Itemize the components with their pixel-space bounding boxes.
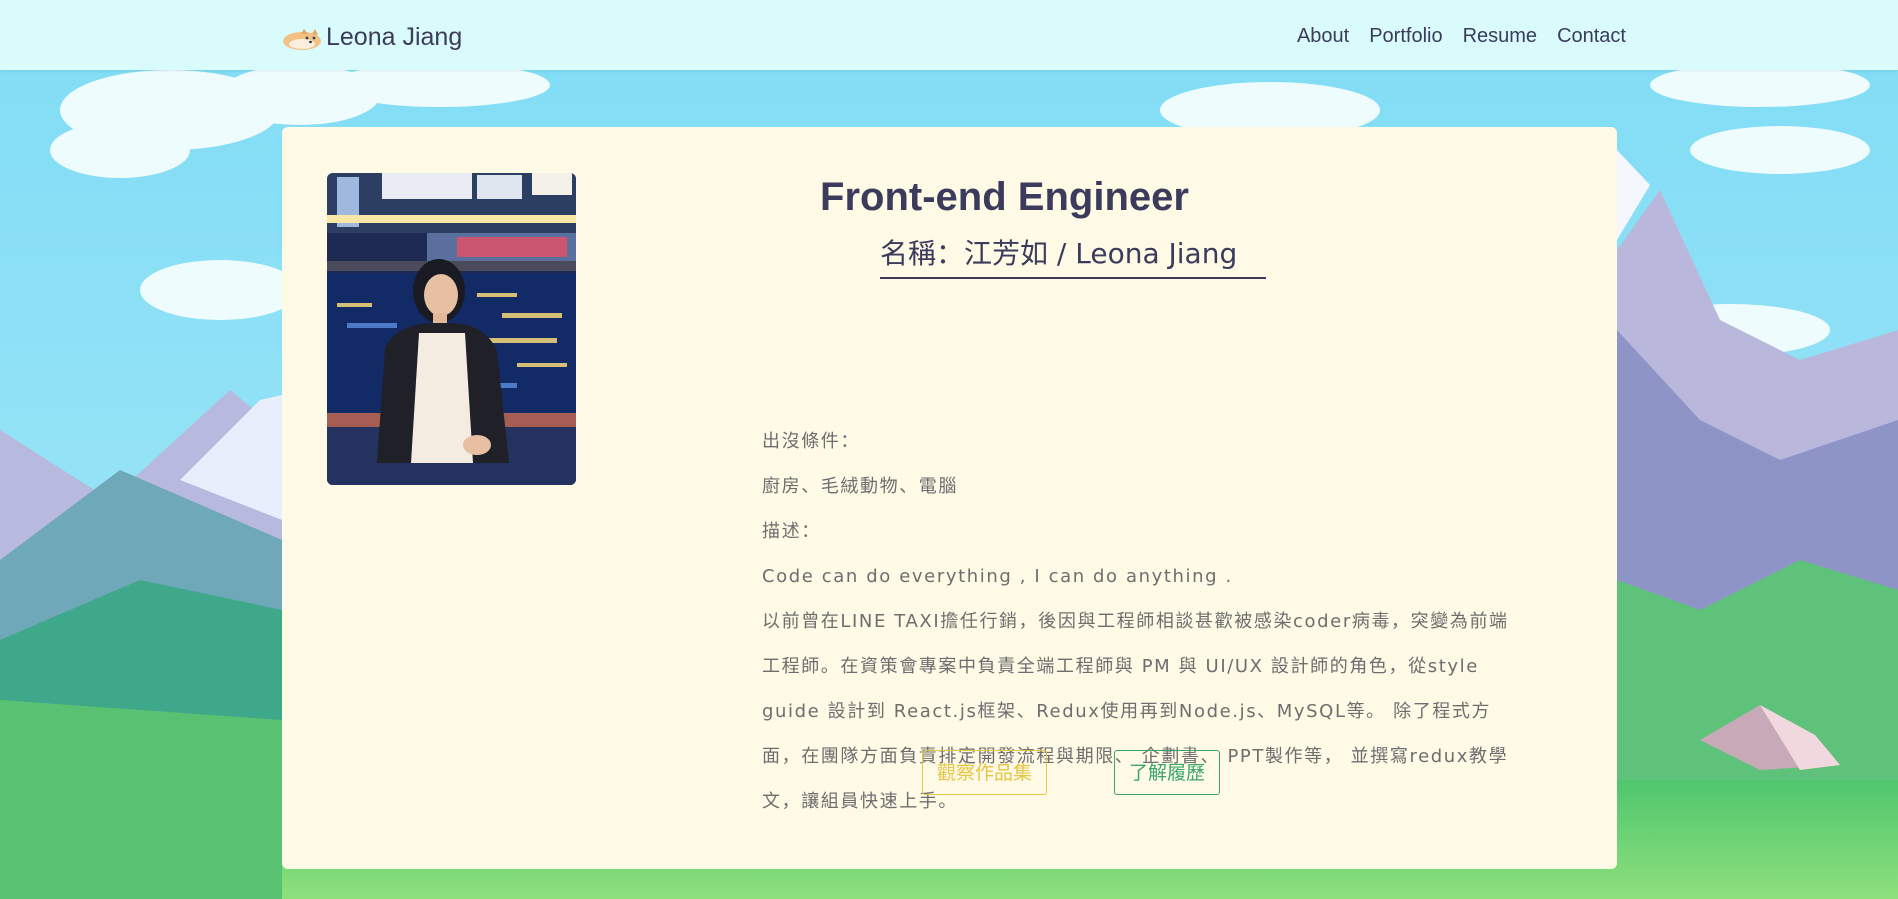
view-resume-button[interactable]: 了解履歷 [1114,750,1221,795]
shiba-dog-icon [283,29,321,50]
view-portfolio-button[interactable]: 觀察作品集 [922,750,1048,795]
brand-name: Leona Jiang [326,23,463,51]
description-label: 描述： [762,521,821,542]
top-navbar: Leona Jiang About Portfolio Resume Conta… [0,0,1898,70]
profile-title: Front-end Engineer [820,175,1189,219]
brand-link[interactable]: Leona Jiang [282,19,462,55]
profile-subtitle: 名稱：江芳如 / Leona Jiang [880,233,1266,279]
motto-text: Code can do everything , I can do anythi… [762,566,1233,587]
nav-link-portfolio[interactable]: Portfolio [1369,22,1442,50]
appear-label: 出沒條件： [762,431,860,452]
profile-card: Front-end Engineer 名稱：江芳如 / Leona Jiang … [282,127,1617,869]
nav-links: About Portfolio Resume Contact [1277,22,1626,50]
appear-value: 廚房、毛絨動物、電腦 [762,476,958,497]
nav-link-about[interactable]: About [1297,22,1349,50]
nav-link-resume[interactable]: Resume [1463,22,1537,50]
nav-link-contact[interactable]: Contact [1557,22,1626,50]
